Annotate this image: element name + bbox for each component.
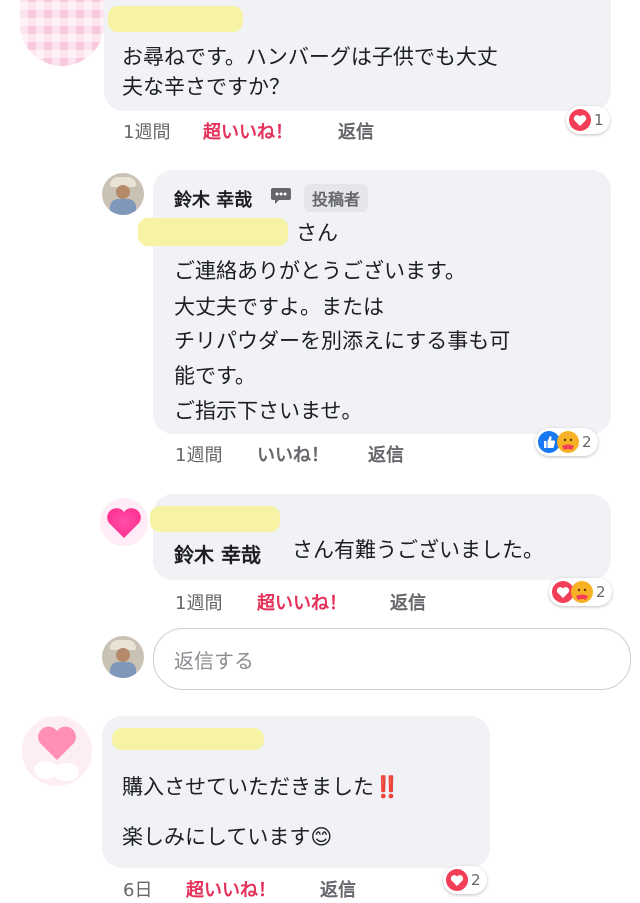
like-button[interactable]: 超いいね！ <box>257 589 347 615</box>
reaction-count: 2 <box>582 433 592 451</box>
comment-text: 夫な辛さですか？ <box>122 75 290 99</box>
author-avatar[interactable] <box>102 173 144 215</box>
reply-button[interactable]: 返信 <box>338 118 374 144</box>
comment-text: お尋ねです。ハンバーグは子供でも大丈 <box>122 45 498 69</box>
commenter-avatar[interactable] <box>20 0 104 66</box>
reply-text: ご指示下さいませ。 <box>174 399 363 423</box>
chat-bubble-icon <box>270 186 292 206</box>
love-reaction-icon <box>569 109 591 131</box>
smiling-face-emoji: 😊 <box>310 825 333 849</box>
reaction-summary[interactable]: 2 <box>535 428 598 456</box>
care-reaction-icon <box>557 431 579 453</box>
reaction-summary[interactable]: 1 <box>566 106 610 134</box>
reply-input-placeholder: 返信する <box>174 649 254 673</box>
redacted-name <box>112 728 264 750</box>
comment-time[interactable]: 6日 <box>123 876 152 902</box>
reaction-count: 1 <box>594 111 604 129</box>
mention-link[interactable]: 鈴木 幸哉 <box>174 539 261 568</box>
comment-text: 楽しみにしています😊 <box>122 825 333 849</box>
reaction-summary[interactable]: 2 <box>549 578 612 606</box>
redacted-name <box>150 506 280 532</box>
redacted-name <box>108 6 243 32</box>
like-button[interactable]: 超いいね！ <box>203 118 293 144</box>
reply-button[interactable]: 返信 <box>368 441 404 467</box>
reply-button[interactable]: 返信 <box>390 589 426 615</box>
reply-text: チリパウダーを別添えにする事も可 <box>174 329 511 353</box>
care-reaction-icon <box>571 581 593 603</box>
author-badge: 投稿者 <box>304 184 369 212</box>
comment-text: 購入させていただきました‼️ <box>122 775 401 799</box>
reply-input[interactable]: 返信する <box>153 628 631 690</box>
double-exclamation-emoji: ‼️ <box>374 775 401 799</box>
reply-text: ご連絡ありがとうございます。 <box>174 259 466 283</box>
reply-time[interactable]: 1週間 <box>175 589 222 615</box>
reply-text: 大丈夫ですよ。または <box>174 295 384 319</box>
reply-text: さん有難うございました。 <box>292 538 544 562</box>
current-user-avatar <box>102 636 144 678</box>
reply-button[interactable]: 返信 <box>320 876 356 902</box>
reaction-count: 2 <box>471 871 481 889</box>
like-button[interactable]: いいね！ <box>257 441 329 467</box>
reply-time[interactable]: 1週間 <box>175 441 222 467</box>
reaction-count: 2 <box>596 583 606 601</box>
reply-text: 能です。 <box>174 364 256 388</box>
heart-avatar-icon[interactable] <box>98 496 150 548</box>
heart-avatar-icon <box>34 726 79 781</box>
comment-time[interactable]: 1週間 <box>123 118 170 144</box>
reaction-summary[interactable]: 2 <box>443 866 487 894</box>
like-button[interactable]: 超いいね！ <box>186 876 276 902</box>
author-name[interactable]: 鈴木 幸哉 <box>174 186 252 212</box>
commenter-avatar[interactable] <box>22 716 92 786</box>
love-reaction-icon <box>446 869 468 891</box>
mention-suffix: さん <box>296 221 338 245</box>
redacted-name <box>138 218 288 246</box>
